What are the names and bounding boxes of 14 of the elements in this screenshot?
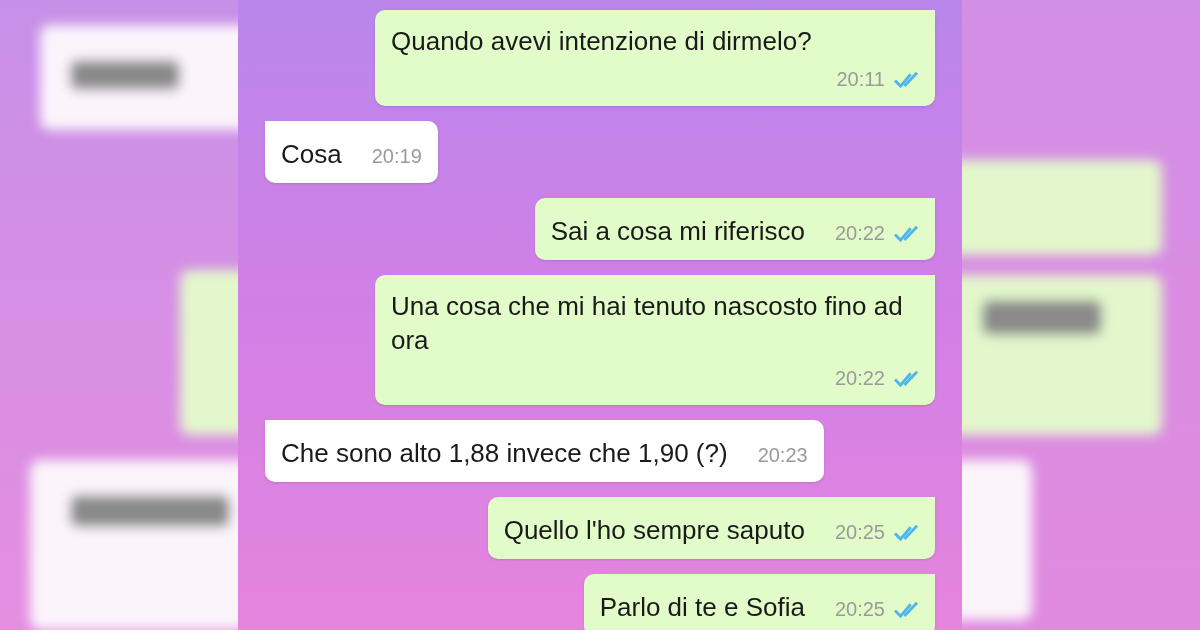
message-time: 20:11 [836, 67, 885, 92]
message-text: Quando avevi intenzione di dirmelo? [391, 25, 812, 58]
message-text: Che sono alto 1,88 invece che 1,90 (?) [281, 437, 728, 470]
message-time: 20:23 [757, 443, 808, 468]
message-text: Una cosa che mi hai tenuto nascosto fino ad ora [391, 290, 904, 357]
message-text: Parlo di te e Sofia [599, 591, 805, 624]
message-time: 20:22 [834, 221, 885, 246]
message-time: 20:19 [371, 144, 422, 169]
message-text: Sai a cosa mi riferisco [550, 215, 805, 248]
message-time: 20:22 [834, 366, 885, 391]
message-time: 20:25 [834, 597, 885, 622]
message-time: 20:25 [834, 520, 885, 545]
message-text: Quello l'ho sempre saputo [503, 514, 805, 547]
message-text: Cosa [281, 138, 342, 171]
